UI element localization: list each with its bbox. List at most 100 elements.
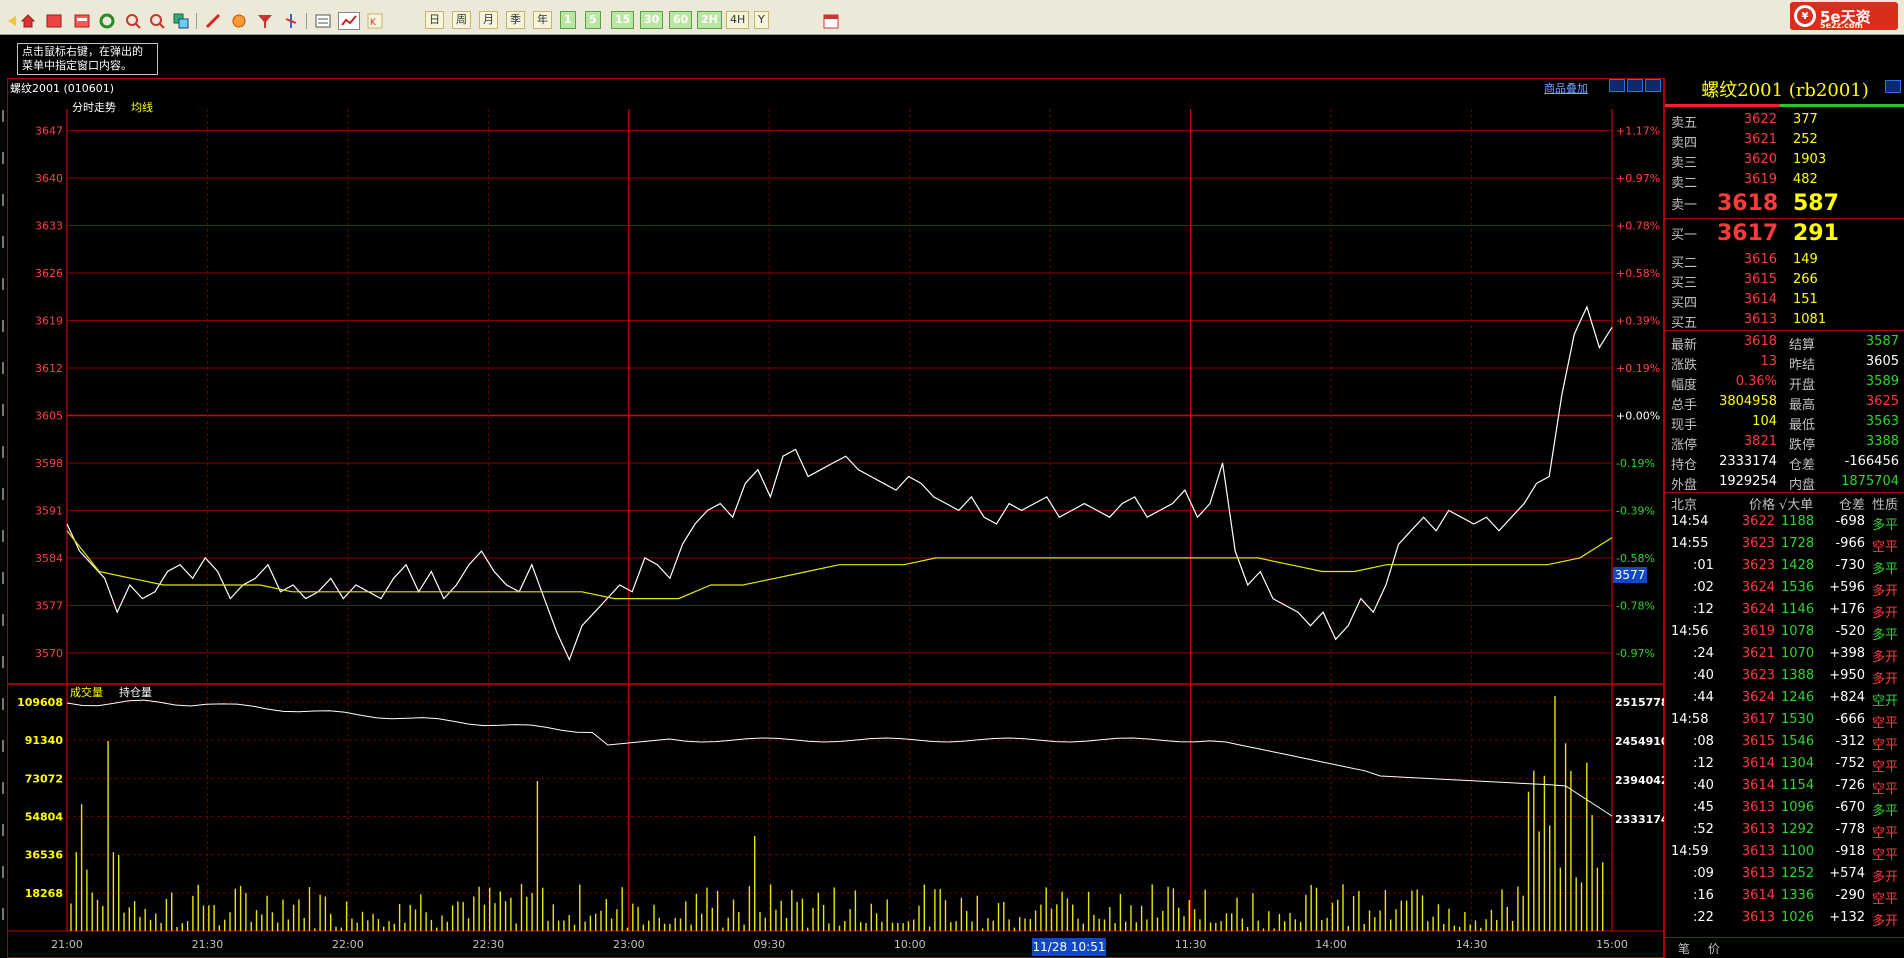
time-tick-label: 14:30 bbox=[1456, 938, 1488, 951]
tick-time: 14:59 bbox=[1671, 844, 1709, 859]
volume-tick-label: 109608 bbox=[17, 696, 63, 709]
ask-label: 卖四 bbox=[1671, 136, 1698, 151]
percent-tick-label: +0.97% bbox=[1616, 172, 1660, 185]
stat-label: 昨结 bbox=[1789, 358, 1816, 373]
volume-tick-label: 54804 bbox=[25, 811, 64, 824]
chart-canvas[interactable]: 3647 +1.17% 3640 +0.97% 3633 +0.78% 3626 +0.58%… bbox=[0, 0, 1664, 958]
stat-value: 3388 bbox=[1865, 434, 1899, 449]
oi-tick-label: 2333174 bbox=[1615, 813, 1664, 826]
tick-volume: 1388 bbox=[1781, 668, 1815, 683]
stat-label: 现手 bbox=[1671, 418, 1698, 433]
ask-price: 3622 bbox=[1743, 112, 1777, 127]
volume-tick-label: 36536 bbox=[25, 849, 64, 862]
tick-time: :16 bbox=[1693, 888, 1714, 903]
ask-row: 卖一 3618 587 bbox=[1665, 191, 1904, 216]
price-tick-label: 3633 bbox=[35, 220, 63, 233]
tick-row: 14:55 3623 1728 -966 空平 bbox=[1665, 534, 1904, 556]
stat-row: 幅度 0.36% 开盘 3589 bbox=[1665, 372, 1904, 393]
time-tick-label: 14:00 bbox=[1315, 938, 1347, 951]
tick-time: :24 bbox=[1693, 646, 1714, 661]
tick-volume: 1252 bbox=[1781, 866, 1815, 881]
stat-value: 3618 bbox=[1743, 334, 1777, 349]
ask-volume: 377 bbox=[1793, 112, 1818, 127]
bid-volume: 1081 bbox=[1793, 312, 1827, 327]
stat-label: 持仓 bbox=[1671, 458, 1698, 473]
tick-volume: 1530 bbox=[1781, 712, 1815, 727]
tick-price: 3614 bbox=[1741, 756, 1775, 771]
tick-row: :45 3613 1096 -670 多平 bbox=[1665, 798, 1904, 820]
percent-tick-label: +0.19% bbox=[1616, 362, 1660, 375]
quote-panel: 螺纹2001 (rb2001) 卖五 3622 377 卖四 3621 252 卖三 3620… bbox=[1664, 78, 1904, 958]
tick-volume: 1336 bbox=[1781, 888, 1815, 903]
oi-tick-label: 2394042 bbox=[1615, 774, 1664, 787]
ask-row: 卖四 3621 252 bbox=[1665, 130, 1904, 151]
tick-volume: 1546 bbox=[1781, 734, 1815, 749]
bid-label: 买一 bbox=[1671, 228, 1698, 243]
stat-row: 持仓 2333174 仓差 -166456 bbox=[1665, 452, 1904, 473]
tick-volume: 1026 bbox=[1781, 910, 1815, 925]
stat-label: 最高 bbox=[1789, 398, 1816, 413]
tick-volume: 1146 bbox=[1781, 602, 1815, 617]
tick-row: :52 3613 1292 -778 空平 bbox=[1665, 820, 1904, 842]
quote-title: 螺纹2001 (rb2001) bbox=[1701, 80, 1869, 101]
stat-label: 内盘 bbox=[1789, 478, 1816, 493]
tick-volume: 1188 bbox=[1781, 514, 1815, 529]
price-tick-label: 3626 bbox=[35, 267, 63, 280]
tick-row: :12 3624 1146 +176 多开 bbox=[1665, 600, 1904, 622]
tick-oi-diff: -726 bbox=[1835, 778, 1865, 793]
tick-row: :01 3623 1428 -730 多平 bbox=[1665, 556, 1904, 578]
tick-price: 3622 bbox=[1741, 514, 1775, 529]
stat-label: 跌停 bbox=[1789, 438, 1816, 453]
tick-header: 北京 价格 √大单 仓差 性质 bbox=[1665, 492, 1904, 513]
bid-row: 买一 3617 291 bbox=[1665, 221, 1904, 246]
stat-label: 仓差 bbox=[1789, 458, 1816, 473]
tick-tabs: 笔 价 bbox=[1664, 937, 1904, 958]
tick-volume: 1428 bbox=[1781, 558, 1815, 573]
tick-oi-diff: +596 bbox=[1829, 580, 1865, 595]
tick-nature: 空平 bbox=[1872, 540, 1899, 555]
stat-value: 3563 bbox=[1865, 414, 1899, 429]
tick-nature: 多开 bbox=[1872, 650, 1899, 665]
tick-header-nature: 性质 bbox=[1872, 498, 1899, 513]
tick-time: 14:54 bbox=[1671, 514, 1709, 529]
ask-label: 卖三 bbox=[1671, 156, 1698, 171]
time-tick-label: 21:30 bbox=[192, 938, 224, 951]
tab-ticks[interactable]: 笔 bbox=[1678, 940, 1690, 957]
tick-oi-diff: -290 bbox=[1835, 888, 1865, 903]
tick-row: 14:54 3622 1188 -698 多平 bbox=[1665, 512, 1904, 534]
cursor-time-tag: 11/28 10:51 bbox=[1032, 938, 1106, 956]
tick-nature: 多开 bbox=[1872, 606, 1899, 621]
stat-label: 最低 bbox=[1789, 418, 1816, 433]
tick-price: 3623 bbox=[1741, 558, 1775, 573]
tick-oi-diff: -520 bbox=[1835, 624, 1865, 639]
average-series-line bbox=[66, 530, 1613, 600]
stat-value: 104 bbox=[1752, 414, 1777, 429]
bid-volume: 266 bbox=[1793, 272, 1818, 287]
ask-price: 3619 bbox=[1743, 172, 1777, 187]
logo-mark-icon: ¥ bbox=[1794, 5, 1816, 27]
ask-volume: 587 bbox=[1793, 191, 1839, 216]
tick-volume: 1070 bbox=[1781, 646, 1815, 661]
ask-price: 3620 bbox=[1743, 152, 1777, 167]
bid-price: 3613 bbox=[1743, 312, 1777, 327]
stat-value: 3821 bbox=[1743, 434, 1777, 449]
tick-time: :52 bbox=[1693, 822, 1714, 837]
tick-oi-diff: +176 bbox=[1829, 602, 1865, 617]
panel-restore-icon[interactable] bbox=[1885, 80, 1901, 93]
tab-price[interactable]: 价 bbox=[1708, 940, 1720, 957]
volume-tick-label: 73072 bbox=[25, 772, 63, 785]
legend-price: 分时走势 bbox=[72, 101, 116, 114]
tick-nature: 多平 bbox=[1872, 518, 1899, 533]
bid-label: 买三 bbox=[1671, 276, 1698, 291]
tick-header-volume: √大单 bbox=[1779, 498, 1814, 513]
stat-label: 最新 bbox=[1671, 338, 1698, 353]
volume-tick-label: 91340 bbox=[25, 734, 64, 747]
tick-price: 3617 bbox=[1741, 712, 1775, 727]
time-tick-label: 15:00 bbox=[1596, 938, 1628, 951]
bid-price: 3616 bbox=[1743, 252, 1777, 267]
stat-label: 总手 bbox=[1671, 398, 1698, 413]
tick-price: 3623 bbox=[1741, 536, 1775, 551]
tick-price: 3619 bbox=[1741, 624, 1775, 639]
stat-row: 涨停 3821 跌停 3388 bbox=[1665, 432, 1904, 453]
price-tick-label: 3647 bbox=[35, 125, 63, 138]
